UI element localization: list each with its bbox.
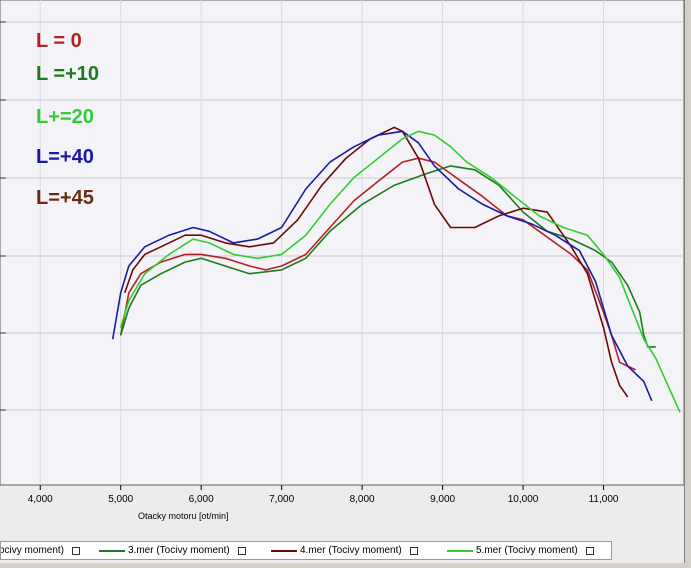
legend-checkbox[interactable] — [72, 546, 81, 555]
legend-label: ocivy moment) — [0, 545, 65, 556]
legend-entry: ocivy moment) — [0, 545, 81, 556]
curve-label: L = 0 — [36, 30, 82, 52]
legend-swatch — [99, 549, 125, 552]
legend-swatch — [271, 549, 297, 552]
plot-area — [0, 0, 685, 486]
x-tick-label: 9,000 — [430, 494, 455, 505]
curve-label: L+=20 — [36, 106, 94, 128]
x-tick-label: 8,000 — [350, 494, 375, 505]
x-tick-label: 11,000 — [589, 494, 619, 505]
legend-entry: 3.mer (Tocivy moment) — [99, 545, 246, 556]
legend-swatch — [447, 549, 473, 552]
x-tick-label: 7,000 — [269, 494, 294, 505]
legend-entry: 5.mer (Tocivy moment) — [447, 545, 594, 556]
x-tick-label: 5,000 — [108, 494, 133, 505]
curve-label: L=+45 — [36, 187, 94, 209]
x-tick-label: 10,000 — [508, 494, 539, 505]
x-axis-label: Otacky motoru [ot/min] — [138, 511, 229, 521]
legend: ocivy moment) 3.mer (Tocivy moment) 4.mer … — [0, 541, 612, 560]
legend-label: 3.mer (Tocivy moment) — [128, 545, 230, 556]
legend-checkbox[interactable] — [585, 546, 594, 555]
legend-label: 4.mer (Tocivy moment) — [300, 545, 402, 556]
x-tick-label: 6,000 — [189, 494, 214, 505]
legend-entry: 4.mer (Tocivy moment) — [271, 545, 418, 556]
x-tick-label: 4,000 — [28, 494, 53, 505]
window-edge — [684, 0, 691, 568]
legend-checkbox[interactable] — [237, 546, 246, 555]
curve-label: L =+10 — [36, 63, 99, 85]
chart-frame: L = 0 L =+10 L+=20 L=+40 L=+45 4,000 5,000 6,0… — [0, 0, 691, 568]
window-bottom-edge — [0, 563, 691, 568]
legend-label: 5.mer (Tocivy moment) — [476, 545, 578, 556]
legend-checkbox[interactable] — [409, 546, 418, 555]
curve-label: L=+40 — [36, 146, 94, 168]
